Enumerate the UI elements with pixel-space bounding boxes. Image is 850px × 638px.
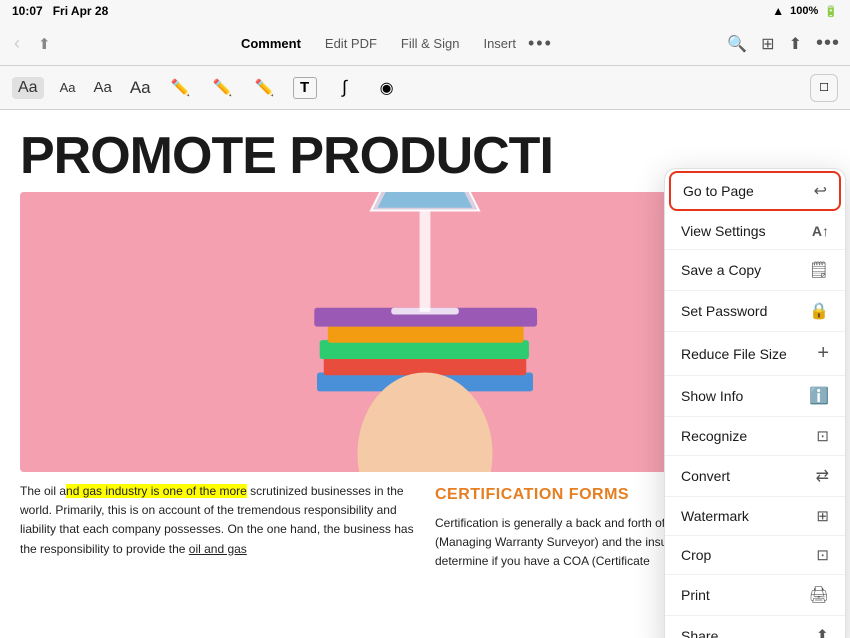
battery-icon: 🔋 <box>824 5 838 18</box>
date: Fri Apr 28 <box>53 4 109 18</box>
text-size-small[interactable]: Aa <box>58 76 78 99</box>
recognize-icon: ⊡ <box>816 427 829 445</box>
status-right: ▲ 100% 🔋 <box>772 4 838 18</box>
show-info-icon: ℹ️ <box>809 386 829 406</box>
page-selector[interactable]: ☐ <box>810 74 838 102</box>
view-settings-icon: A↑ <box>812 223 829 239</box>
text-box-button[interactable]: T <box>293 77 317 99</box>
export-button[interactable]: ⬆ <box>789 34 802 54</box>
menu-item-watermark[interactable]: Watermark ⊞ <box>665 497 845 536</box>
print-icon: 🖨 <box>809 585 829 605</box>
save-copy-icon: 🗒 <box>809 260 829 280</box>
underline-text: oil and gas <box>189 542 247 556</box>
share-button[interactable]: ⬆ <box>34 31 55 57</box>
menu-item-recognize[interactable]: Recognize ⊡ <box>665 417 845 456</box>
share-icon: ⬆ <box>816 626 829 638</box>
menu-item-convert[interactable]: Convert ⇄ <box>665 456 845 497</box>
status-left: 10:07 Fri Apr 28 <box>12 4 108 18</box>
menu-item-save-copy[interactable]: Save a Copy 🗒 <box>665 250 845 291</box>
sub-toolbar-right: ☐ <box>810 74 838 102</box>
pdf-left-column: The oil and gas industry is one of the m… <box>20 482 415 571</box>
menu-item-set-password[interactable]: Set Password 🔒 <box>665 291 845 332</box>
back-button[interactable]: ‹ <box>10 29 24 58</box>
tab-insert[interactable]: Insert <box>471 30 528 57</box>
menu-item-view-settings[interactable]: View Settings A↑ <box>665 213 845 250</box>
stamp-button[interactable]: ◉ <box>373 74 401 102</box>
highlighted-text: nd gas industry is one of the more <box>66 484 247 498</box>
search-button[interactable]: 🔍 <box>727 34 747 54</box>
menu-item-goto-page[interactable]: Go to Page ↩ <box>669 171 841 211</box>
toolbar-tabs: Comment Edit PDF Fill & Sign Insert ••• <box>229 30 553 57</box>
main-content: PROMOTE PRODUCTI <box>0 110 850 638</box>
pencil-button[interactable]: ✏️ <box>251 74 279 102</box>
more-menu-button[interactable]: ••• <box>816 32 840 55</box>
wifi-icon: ▲ <box>772 4 784 18</box>
highlighter-yellow-button[interactable]: ✏️ <box>209 74 237 102</box>
tab-edit-pdf[interactable]: Edit PDF <box>313 30 389 57</box>
main-toolbar: ‹ ⬆ Comment Edit PDF Fill & Sign Insert … <box>0 22 850 66</box>
menu-item-reduce-file-size[interactable]: Reduce File Size + <box>665 332 845 376</box>
dropdown-menu: Go to Page ↩ View Settings A↑ Save a Cop… <box>664 168 846 638</box>
status-bar: 10:07 Fri Apr 28 ▲ 100% 🔋 <box>0 0 850 22</box>
highlighter-red-button[interactable]: ✏️ <box>167 74 195 102</box>
menu-item-share[interactable]: Share ⬆ <box>665 616 845 638</box>
text-size-normal[interactable]: Aa <box>12 77 44 99</box>
sub-toolbar: Aa Aa Aa Aa ✏️ ✏️ ✏️ T ∫ ◉ ☐ <box>0 66 850 110</box>
grid-button[interactable]: ⊞ <box>761 34 774 54</box>
tab-fill-sign[interactable]: Fill & Sign <box>389 30 472 57</box>
toolbar-right: 🔍 ⊞ ⬆ ••• <box>727 32 840 55</box>
time: 10:07 <box>12 4 43 18</box>
crop-icon: ⊡ <box>816 546 829 564</box>
toolbar-left: ‹ ⬆ <box>10 29 55 58</box>
watermark-icon: ⊞ <box>816 507 829 525</box>
menu-item-print[interactable]: Print 🖨 <box>665 575 845 616</box>
signature-button[interactable]: ∫ <box>331 74 359 102</box>
goto-page-icon: ↩ <box>814 181 827 201</box>
sub-toolbar-left: Aa Aa Aa Aa ✏️ ✏️ ✏️ T ∫ ◉ <box>12 74 401 102</box>
battery-percent: 100% <box>790 5 818 17</box>
more-tabs-button[interactable]: ••• <box>528 33 553 54</box>
reduce-file-size-icon: + <box>817 342 829 365</box>
menu-item-show-info[interactable]: Show Info ℹ️ <box>665 376 845 417</box>
convert-icon: ⇄ <box>816 466 829 486</box>
text-size-medium[interactable]: Aa <box>91 75 113 100</box>
menu-item-crop[interactable]: Crop ⊡ <box>665 536 845 575</box>
set-password-icon: 🔒 <box>809 301 829 321</box>
text-size-large[interactable]: Aa <box>128 74 153 102</box>
tab-comment[interactable]: Comment <box>229 30 313 57</box>
left-paragraph: The oil and gas industry is one of the m… <box>20 482 415 559</box>
